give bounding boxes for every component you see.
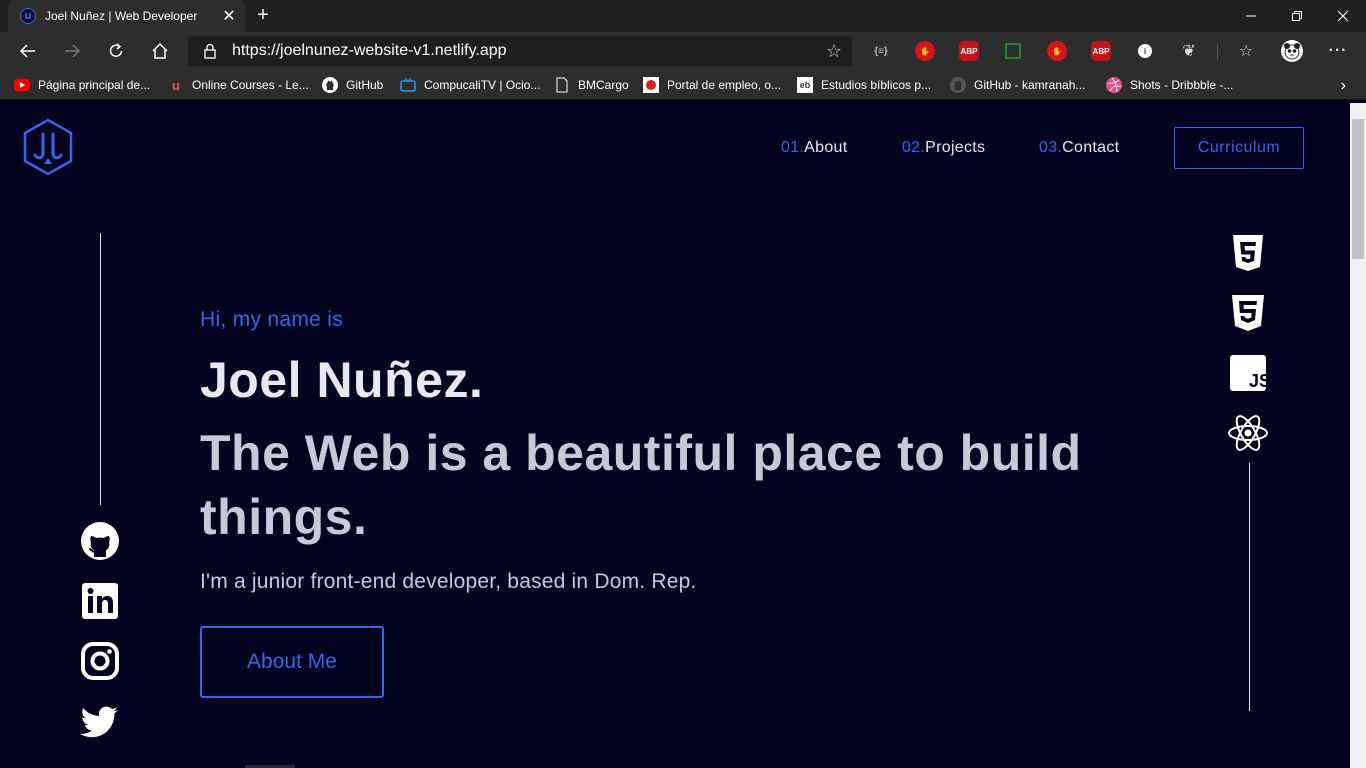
more-menu-icon[interactable]: ··· <box>1328 41 1348 61</box>
hero-tagline: The Web is a beautiful place to build th… <box>200 425 1082 545</box>
bookmark-label: CompucaliTV | Ocio... <box>424 78 541 92</box>
bookmarks-bar: Página principal de... u Online Courses … <box>0 70 1366 100</box>
nav-label: Contact <box>1062 139 1120 156</box>
forward-icon[interactable] <box>57 37 87 65</box>
nav-label: Projects <box>925 139 986 156</box>
refresh-icon[interactable] <box>101 37 131 65</box>
curriculum-button[interactable]: Curriculum <box>1174 127 1304 169</box>
instagram-icon[interactable] <box>80 641 120 681</box>
dribbble-icon <box>1106 77 1122 93</box>
nav-number: 02. <box>902 139 926 156</box>
browser-toolbar: https://joelnunez-website-v1.netlify.app… <box>0 32 1366 70</box>
right-divider-line <box>1249 463 1250 711</box>
browser-tab[interactable]: Joel Nuñez | Web Developer ✕ <box>8 0 245 32</box>
tab-title: Joel Nuñez | Web Developer <box>45 9 198 23</box>
stop-extension-icon[interactable]: ✋ <box>1047 41 1067 61</box>
nav-number: 01. <box>781 139 805 156</box>
nav-number: 03. <box>1039 139 1063 156</box>
bookmark-label: Online Courses - Le... <box>192 78 309 92</box>
youtube-icon <box>14 77 30 93</box>
github-icon <box>950 77 966 93</box>
eb-icon: eb <box>797 77 813 93</box>
job-icon <box>643 77 659 93</box>
github-icon <box>322 77 338 93</box>
close-window-icon[interactable] <box>1320 0 1366 32</box>
bookmark-item[interactable]: eb Estudios bíblicos p... <box>797 70 931 100</box>
bookmark-item[interactable]: GitHub - kamranah... <box>950 70 1085 100</box>
new-tab-icon[interactable]: + <box>252 4 274 26</box>
stop-extension-icon[interactable]: ✋ <box>915 41 935 61</box>
home-icon[interactable] <box>145 37 175 65</box>
adblock-extension-icon[interactable]: ABP <box>959 41 979 61</box>
svg-text:JS: JS <box>1249 371 1269 391</box>
nav-link-about[interactable]: 01.About <box>781 139 847 157</box>
bookmark-item[interactable]: BMCargo <box>554 70 629 100</box>
bookmark-label: GitHub <box>346 78 384 92</box>
linkedin-icon[interactable] <box>80 581 120 621</box>
toolbar-separator <box>1217 44 1218 60</box>
bookmark-item[interactable]: GitHub <box>322 70 383 100</box>
about-me-button[interactable]: About Me <box>200 626 384 698</box>
tv-icon <box>400 77 416 93</box>
adblock-extension-icon[interactable]: ABP <box>1091 41 1111 61</box>
gnome-extension-icon[interactable]: ❦ <box>1179 41 1199 61</box>
page-icon <box>554 77 570 93</box>
bookmark-item[interactable]: Página principal de... <box>14 70 150 100</box>
react-icon <box>1227 412 1269 454</box>
bookmark-label: BMCargo <box>578 78 629 92</box>
nav-link-contact[interactable]: 03.Contact <box>1039 139 1119 157</box>
github-icon[interactable] <box>80 521 120 561</box>
nav-link-projects[interactable]: 02.Projects <box>902 139 985 157</box>
html5-icon <box>1227 232 1269 274</box>
javascript-icon: JS <box>1227 352 1269 394</box>
left-divider-line <box>100 233 101 505</box>
favorites-icon[interactable]: ☆ <box>1236 41 1256 61</box>
scrollbar-thumb[interactable] <box>1352 119 1364 259</box>
bookmark-label: Página principal de... <box>38 78 151 92</box>
restore-icon[interactable] <box>1274 0 1320 32</box>
screenshot-extension-icon[interactable] <box>1005 43 1021 59</box>
bookmark-label: Estudios bíblicos p... <box>821 78 932 92</box>
favorite-star-icon[interactable]: ☆ <box>826 41 842 62</box>
code-extension-icon[interactable]: {≡} <box>871 41 891 61</box>
bookmark-item[interactable]: u Online Courses - Le... <box>168 70 309 100</box>
bookmark-item[interactable]: CompucaliTV | Ocio... <box>400 70 540 100</box>
url-text: https://joelnunez-website-v1.netlify.app <box>232 42 507 59</box>
bookmark-item[interactable]: Shots - Dribbble -... <box>1106 70 1233 100</box>
chevron-right-icon[interactable]: › <box>1341 77 1346 95</box>
page-scrollbar[interactable] <box>1350 103 1366 768</box>
logo-icon[interactable] <box>22 118 74 176</box>
tab-strip: Joel Nuñez | Web Developer ✕ + <box>0 0 1366 32</box>
page-viewport: 01.About 02.Projects 03.Contact Curricul… <box>0 103 1350 768</box>
hero-description: I'm a junior front-end developer, based … <box>200 570 697 593</box>
lock-icon <box>204 43 216 59</box>
hero-greeting: Hi, my name is <box>200 308 344 331</box>
hero-name: Joel Nuñez. <box>200 352 484 408</box>
minimize-icon[interactable] <box>1228 0 1274 32</box>
tab-close-icon[interactable]: ✕ <box>219 6 239 26</box>
nav-label: About <box>804 139 848 156</box>
profile-avatar-icon[interactable] <box>1281 40 1303 62</box>
site-favicon-icon <box>20 8 36 24</box>
bookmark-label: GitHub - kamranah... <box>974 78 1086 92</box>
bookmark-item[interactable]: Portal de empleo, o... <box>643 70 781 100</box>
bookmark-label: Portal de empleo, o... <box>667 78 782 92</box>
back-icon[interactable] <box>13 37 43 65</box>
twitter-icon[interactable] <box>80 701 120 741</box>
address-bar[interactable]: https://joelnunez-website-v1.netlify.app… <box>188 36 852 66</box>
css3-icon <box>1227 292 1269 334</box>
udemy-icon: u <box>172 77 180 93</box>
bookmark-label: Shots - Dribbble -... <box>1130 78 1234 92</box>
circle-extension-icon[interactable]: i <box>1138 44 1152 58</box>
